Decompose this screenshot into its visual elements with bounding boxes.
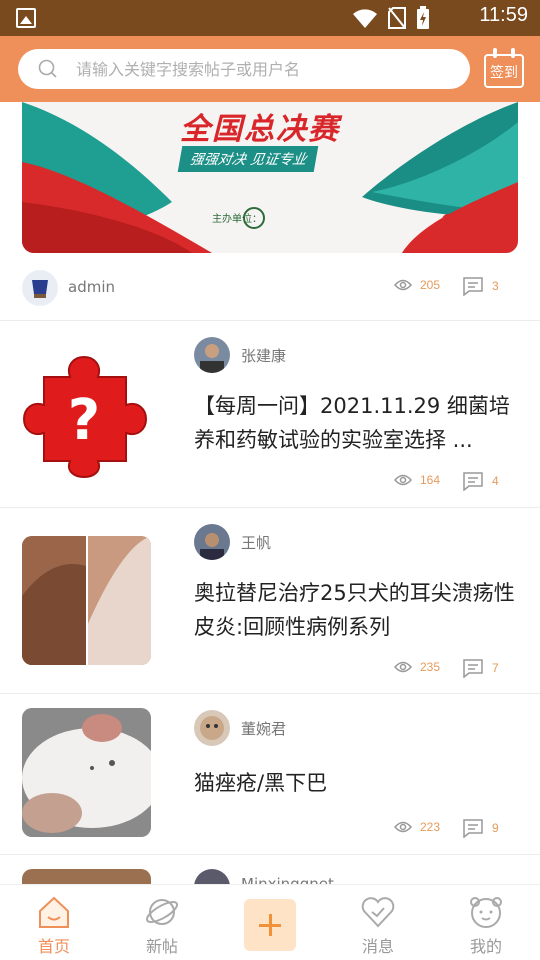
bear-face-icon [470, 897, 502, 928]
comment-icon [463, 277, 483, 296]
battery-charging-icon [417, 6, 429, 29]
view-count: 235 [394, 660, 440, 674]
banner-sponsor: 主办单位： [212, 214, 262, 225]
eye-icon [394, 474, 412, 486]
status-time: 11:59 [479, 4, 528, 26]
home-icon [39, 896, 69, 928]
image-notification-icon [16, 8, 36, 28]
list-item[interactable]: 董婉君 猫痤疮/黑下巴 223 9 [0, 694, 540, 854]
search-icon [38, 59, 57, 78]
view-count: 223 [394, 820, 440, 834]
comment-icon [463, 819, 483, 838]
banner-title: 全国总决赛 [180, 112, 340, 147]
author-name[interactable]: 王帆 [241, 532, 271, 553]
wifi-icon [353, 9, 377, 28]
banner-post-meta: admin 205 3 [0, 268, 540, 308]
checkin-button[interactable]: 签到 [484, 48, 524, 88]
nav-label: 消息 [361, 937, 394, 956]
puzzle-question-image: ? [22, 355, 148, 478]
author-name[interactable]: Minxinggnet [241, 875, 334, 884]
status-icons [352, 6, 430, 30]
view-count: 205 [394, 278, 440, 292]
heart-icon [361, 897, 395, 928]
top-header: 签到 [0, 36, 540, 102]
list-item[interactable]: 王帆 奥拉替尼治疗25只犬的耳尖溃疡性皮炎:回顾性病例系列 235 7 [0, 508, 540, 694]
comment-count-value: 4 [492, 474, 499, 488]
view-count: 164 [394, 473, 440, 487]
dog-ear-image [22, 536, 151, 665]
nav-label: 我的 [469, 937, 502, 956]
view-count-value: 223 [420, 820, 441, 834]
view-count-value: 205 [420, 278, 441, 292]
bottom-nav: 首页 新帖 消息 我的 [0, 884, 540, 960]
comment-count: 9 [462, 818, 499, 838]
view-count-value: 164 [420, 473, 441, 487]
comment-count-value: 9 [492, 821, 499, 835]
search-bar[interactable] [18, 49, 470, 89]
comment-count-value: 7 [492, 661, 499, 675]
banner-image[interactable]: 全国总决赛 强强对决 见证专业 主办单位： [22, 102, 518, 253]
nav-home[interactable]: 首页 [0, 885, 108, 960]
post-thumbnail[interactable] [22, 869, 151, 884]
comment-icon [463, 659, 483, 678]
no-sim-icon [388, 7, 406, 29]
nav-messages[interactable]: 消息 [324, 885, 432, 960]
comment-count-value: 3 [492, 279, 499, 293]
cat-chin-image [22, 708, 151, 837]
checkin-label: 签到 [490, 65, 518, 81]
post-thumbnail[interactable]: ? [22, 349, 151, 478]
post-title[interactable]: 【每周一问】2021.11.29 细菌培养和药敏试验的实验室选择 ... [194, 389, 524, 457]
eye-icon [394, 279, 412, 291]
status-bar: 11:59 [0, 0, 540, 36]
planet-icon [145, 899, 179, 925]
eye-icon [394, 661, 412, 673]
post-thumbnail[interactable] [22, 708, 151, 837]
nav-label: 新帖 [145, 937, 178, 956]
nav-new-posts[interactable]: 新帖 [108, 885, 216, 960]
search-input[interactable] [76, 49, 456, 89]
comment-count: 4 [462, 471, 499, 491]
author-name[interactable]: 董婉君 [241, 718, 286, 739]
avatar[interactable] [194, 710, 230, 746]
eye-icon [394, 821, 412, 833]
avatar[interactable] [194, 869, 230, 884]
list-item[interactable]: Minxinggnet [0, 855, 540, 884]
post-feed[interactable]: 全国总决赛 强强对决 见证专业 主办单位： admin 205 3 ? 张建康 [0, 102, 540, 884]
nav-profile[interactable]: 我的 [432, 885, 540, 960]
svg-text:?: ? [68, 388, 100, 453]
nav-label: 首页 [37, 937, 70, 956]
post-title[interactable]: 猫痤疮/黑下巴 [194, 766, 524, 800]
author-name[interactable]: admin [68, 278, 115, 296]
post-title[interactable]: 奥拉替尼治疗25只犬的耳尖溃疡性皮炎:回顾性病例系列 [194, 576, 524, 644]
avatar[interactable] [22, 270, 58, 306]
comment-count: 3 [462, 276, 499, 296]
banner-subtitle: 强强对决 见证专业 [177, 146, 319, 172]
post-thumbnail[interactable] [22, 536, 151, 665]
view-count-value: 235 [420, 660, 441, 674]
avatar[interactable] [194, 524, 230, 560]
avatar[interactable] [194, 337, 230, 373]
comment-count: 7 [462, 658, 499, 678]
list-item[interactable]: ? 张建康 【每周一问】2021.11.29 细菌培养和药敏试验的实验室选择 .… [0, 321, 540, 507]
add-post-button[interactable] [244, 899, 296, 951]
comment-icon [463, 472, 483, 491]
author-name[interactable]: 张建康 [241, 345, 286, 366]
